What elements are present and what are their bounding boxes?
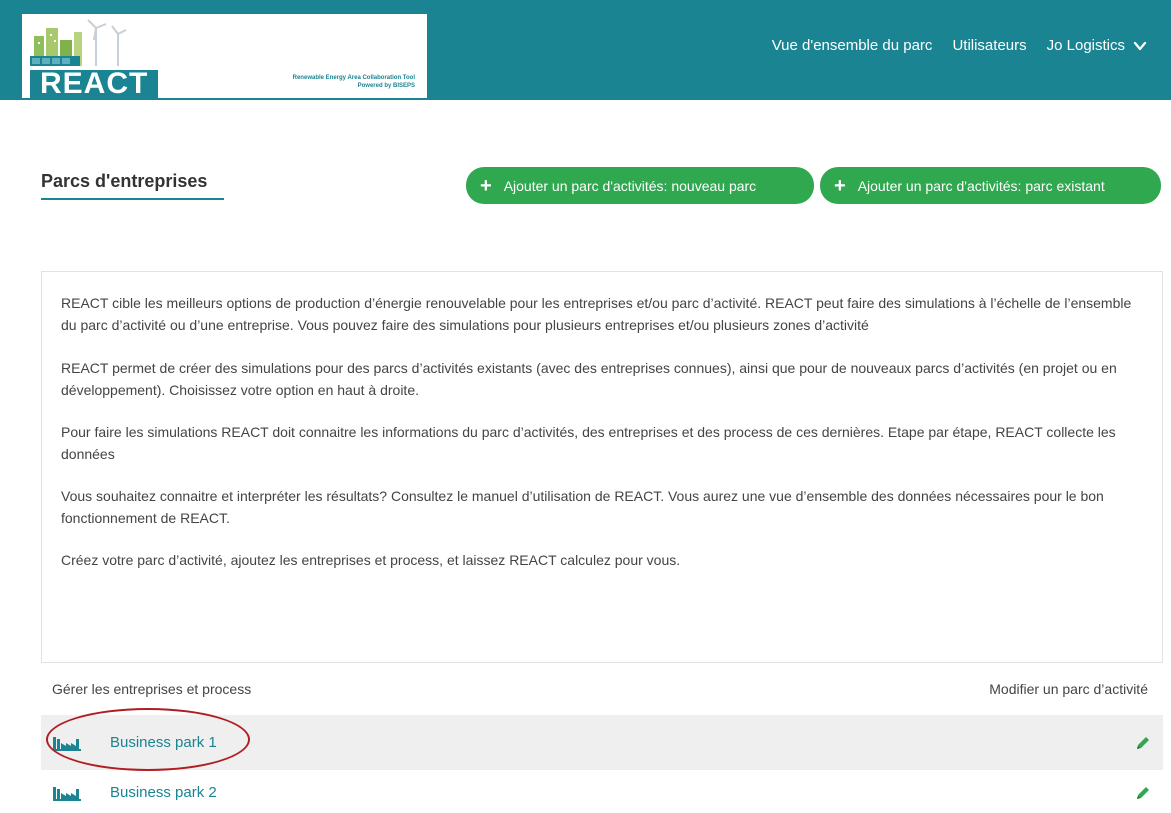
add-existing-park-button[interactable]: + Ajouter un parc d'activités: parc exis…: [820, 167, 1161, 204]
info-panel: REACT cible les meilleurs options de pro…: [41, 271, 1163, 663]
add-existing-park-label: Ajouter un parc d'activités: parc exista…: [857, 177, 1105, 194]
react-logo[interactable]: REACT Renewable Energy Area Collaboratio…: [22, 14, 427, 99]
logo-illustration-icon: [30, 18, 148, 70]
info-paragraph: REACT permet de créer des simulations po…: [61, 360, 1117, 398]
pencil-icon[interactable]: [1135, 735, 1151, 751]
factory-icon: [53, 786, 81, 801]
logo-tagline-line2: Powered by BISEPS: [357, 83, 415, 89]
chevron-down-icon: [1133, 41, 1147, 50]
nav-users[interactable]: Utilisateurs: [942, 37, 1036, 54]
logo-tagline-line1: Renewable Energy Area Collaboration Tool: [292, 75, 415, 81]
column-header-edit: Modifier un parc d’activité: [989, 681, 1148, 697]
column-header-manage: Gérer les entreprises et process: [52, 681, 252, 697]
plus-icon: +: [834, 174, 846, 197]
logo-tagline: Renewable Energy Area Collaboration Tool…: [293, 74, 415, 90]
account-name: Jo Logistics: [1046, 37, 1125, 54]
title-underline: [41, 198, 224, 200]
top-navbar: REACT Renewable Energy Area Collaboratio…: [0, 0, 1171, 100]
info-paragraph: REACT cible les meilleurs options de pro…: [61, 295, 1132, 333]
table-row[interactable]: Business park 1: [41, 715, 1163, 770]
logo-wordmark: REACT: [30, 69, 159, 99]
info-paragraph: Pour faire les simulations REACT doit co…: [61, 424, 1116, 462]
park-name-link[interactable]: Business park 2: [110, 784, 217, 801]
factory-icon: [53, 736, 81, 751]
account-menu[interactable]: Jo Logistics: [1037, 37, 1157, 54]
page-title: Parcs d'entreprises: [41, 171, 208, 191]
info-paragraph: Vous souhaitez connaitre et interpréter …: [61, 488, 1104, 526]
table-row[interactable]: Business park 2: [41, 772, 1163, 813]
add-new-park-button[interactable]: + Ajouter un parc d'activités: nouveau p…: [466, 167, 814, 204]
pencil-icon[interactable]: [1135, 785, 1151, 801]
park-name-link[interactable]: Business park 1: [110, 734, 217, 751]
info-paragraph: Créez votre parc d’activité, ajoutez les…: [61, 552, 681, 568]
plus-icon: +: [480, 174, 492, 197]
add-new-park-label: Ajouter un parc d'activités: nouveau par…: [503, 177, 757, 194]
nav-park-overview[interactable]: Vue d'ensemble du parc: [762, 37, 943, 54]
main-nav: Vue d'ensemble du parc Utilisateurs Jo L…: [762, 37, 1157, 54]
